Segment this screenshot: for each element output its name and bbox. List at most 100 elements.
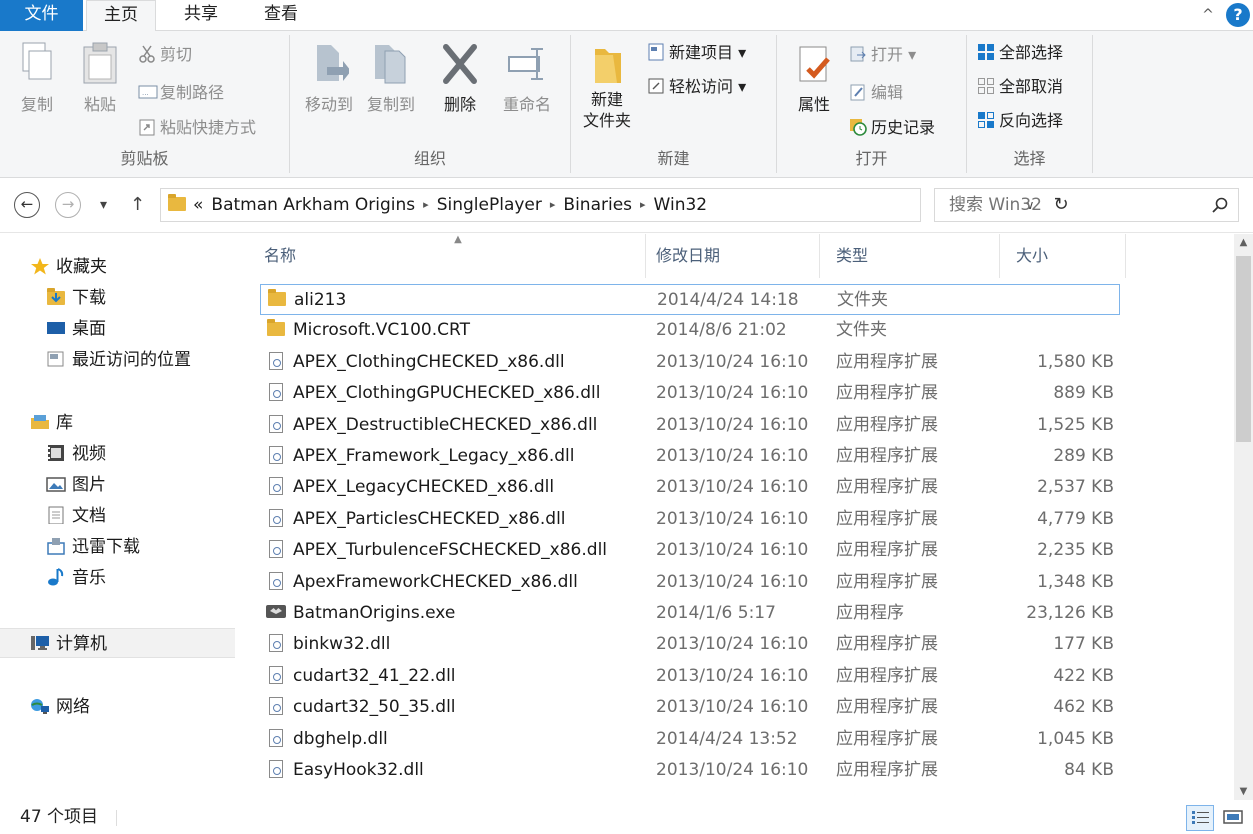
paste-shortcut-icon [138, 117, 156, 136]
nav-thunder-downloads[interactable]: 迅雷下载 [0, 532, 235, 562]
breadcrumb-item[interactable]: Binaries [563, 195, 632, 215]
file-row[interactable]: Microsoft.VC100.CRT 2014/8/6 21:02 文件夹 [260, 315, 1120, 346]
recent-locations-button[interactable]: ▾ [100, 192, 107, 218]
nav-network[interactable]: 网络 [0, 692, 235, 722]
file-row[interactable]: ApexFrameworkCHECKED_x86.dll 2013/10/24 1… [260, 567, 1120, 598]
file-row[interactable]: binkw32.dll 2013/10/24 16:10 应用程序扩展 177 KB [260, 629, 1120, 660]
file-row[interactable]: APEX_LegacyCHECKED_x86.dll 2013/10/24 16:… [260, 472, 1120, 503]
dll-file-icon [266, 476, 286, 496]
up-button[interactable]: ↑ [130, 192, 145, 218]
video-icon [46, 442, 66, 461]
breadcrumb-separator-icon[interactable]: ▸ [640, 198, 646, 211]
file-row[interactable]: APEX_Framework_Legacy_x86.dll 2013/10/24 … [260, 441, 1120, 472]
column-header-date[interactable]: 修改日期 [640, 234, 820, 278]
cut-button[interactable]: 剪切 [138, 41, 192, 69]
file-date: 2013/10/24 16:10 [656, 634, 809, 655]
help-button[interactable]: ? [1226, 3, 1250, 27]
column-header-type[interactable]: 类型 [820, 234, 1000, 278]
nav-downloads[interactable]: 下载 [0, 283, 235, 313]
arrow-up-icon: ↑ [130, 194, 146, 215]
delete-button[interactable]: 删除 [436, 41, 484, 115]
tab-file[interactable]: 文件 [0, 0, 83, 31]
file-date: 2013/10/24 16:10 [656, 697, 809, 718]
collapse-ribbon-button[interactable]: ^ [1196, 3, 1220, 27]
nav-favorites[interactable]: 收藏夹 [0, 252, 235, 282]
file-row[interactable]: ali213 2014/4/24 14:18 文件夹 [260, 284, 1120, 315]
file-type: 应用程序扩展 [836, 508, 938, 529]
open-button[interactable]: 打开 ▾ [849, 41, 916, 69]
scroll-down-icon[interactable]: ▼ [1234, 783, 1253, 800]
nav-libraries[interactable]: 库 [0, 408, 235, 438]
file-row[interactable]: APEX_DestructibleCHECKED_x86.dll 2013/10/… [260, 410, 1120, 441]
tab-share[interactable]: 共享 [166, 0, 236, 31]
invert-selection-button[interactable]: 反向选择 [977, 107, 1063, 135]
file-row[interactable]: APEX_ClothingCHECKED_x86.dll 2013/10/24 1… [260, 347, 1120, 378]
file-row[interactable]: cudart32_41_22.dll 2013/10/24 16:10 应用程序扩展… [260, 661, 1120, 692]
copy-button[interactable]: 复制 [14, 41, 60, 115]
address-bar-row: ← → ▾ ↑ « Batman Arkham Origins ▸ SinglePla… [0, 178, 1253, 233]
nav-documents[interactable]: 文档 [0, 501, 235, 531]
search-icon[interactable] [1212, 197, 1228, 213]
nav-music[interactable]: 音乐 [0, 563, 235, 593]
breadcrumb-separator-icon[interactable]: ▸ [550, 198, 556, 211]
details-view-button[interactable] [1186, 805, 1214, 831]
file-row[interactable]: BatmanOrigins.exe 2014/1/6 5:17 应用程序 23,126… [260, 598, 1120, 629]
file-row[interactable]: APEX_ClothingGPUCHECKED_x86.dll 2013/10/2… [260, 378, 1120, 409]
breadcrumb-separator-icon[interactable]: ▸ [423, 198, 429, 211]
new-folder-button[interactable]: 新建 文件夹 [577, 41, 637, 131]
back-button[interactable]: ← [14, 192, 40, 218]
ribbon: 复制 粘贴 剪切 ... 复制路径 粘贴快捷方式 剪贴板 移动到 复制到 删除 … [0, 31, 1253, 178]
nav-pictures[interactable]: 图片 [0, 470, 235, 500]
open-group-label: 打开 [855, 149, 888, 168]
file-row[interactable]: cudart32_50_35.dll 2013/10/24 16:10 应用程序扩展… [260, 692, 1120, 723]
file-name: APEX_DestructibleCHECKED_x86.dll [266, 410, 646, 439]
edit-button[interactable]: 编辑 [849, 79, 903, 107]
downloads-folder-icon [46, 288, 66, 306]
file-size: 462 KB [1053, 697, 1114, 718]
properties-button[interactable]: 属性 [789, 41, 839, 115]
column-header-size[interactable]: 大小 [1000, 234, 1126, 278]
nav-videos[interactable]: 视频 [0, 439, 235, 469]
navigation-pane: 收藏夹 下载 桌面 最近访问的位置 库 视频 图片 文档 迅雷下载 音乐 计算机… [0, 234, 240, 800]
paste-shortcut-button[interactable]: 粘贴快捷方式 [138, 114, 256, 142]
rename-button[interactable]: 重命名 [496, 41, 558, 115]
file-date: 2013/10/24 16:10 [656, 477, 809, 498]
file-size: 1,348 KB [1037, 571, 1114, 592]
breadcrumb-item[interactable]: SinglePlayer [437, 195, 542, 215]
dll-file-icon [266, 759, 286, 779]
new-item-button[interactable]: 新建项目 ▾ [647, 39, 746, 67]
search-box [934, 188, 1239, 222]
search-input[interactable] [935, 189, 1205, 221]
history-button[interactable]: 历史记录 [849, 114, 935, 142]
easy-access-button[interactable]: 轻松访问 ▾ [647, 73, 746, 101]
breadcrumb-item[interactable]: Win32 [654, 195, 708, 215]
file-row[interactable]: dbghelp.dll 2014/4/24 13:52 应用程序扩展 1,045 KB [260, 724, 1120, 755]
paste-button[interactable]: 粘贴 [76, 41, 124, 115]
vertical-scrollbar[interactable]: ▲ ▼ [1234, 234, 1253, 800]
breadcrumb-overflow[interactable]: « [193, 195, 203, 215]
nav-recent[interactable]: 最近访问的位置 [0, 345, 235, 375]
tab-home[interactable]: 主页 [86, 0, 156, 32]
select-none-button[interactable]: 全部取消 [977, 73, 1063, 101]
file-date: 2013/10/24 16:10 [656, 351, 809, 372]
address-box[interactable]: « Batman Arkham Origins ▸ SinglePlayer ▸ Bina… [160, 188, 1069, 222]
file-row[interactable]: EasyHook32.dll 2013/10/24 16:10 应用程序扩展 84 K… [260, 755, 1120, 786]
breadcrumb-item[interactable]: Batman Arkham Origins [211, 195, 415, 215]
nav-desktop[interactable]: 桌面 [0, 314, 235, 344]
file-size: 422 KB [1053, 665, 1114, 686]
history-icon [849, 117, 867, 136]
copy-path-button[interactable]: ... 复制路径 [138, 79, 224, 107]
column-header-name[interactable]: 名称 ▲ [248, 234, 646, 278]
forward-button[interactable]: → [55, 192, 81, 218]
file-size: 1,525 KB [1037, 414, 1114, 435]
move-to-button[interactable]: 移动到 [300, 41, 358, 115]
file-row[interactable]: APEX_ParticlesCHECKED_x86.dll 2013/10/24 … [260, 504, 1120, 535]
nav-computer[interactable]: 计算机 [0, 628, 235, 658]
scroll-up-icon[interactable]: ▲ [1234, 234, 1253, 251]
scrollbar-thumb[interactable] [1236, 256, 1251, 442]
select-all-button[interactable]: 全部选择 [977, 39, 1063, 67]
file-row[interactable]: APEX_TurbulenceFSCHECKED_x86.dll 2013/10/… [260, 535, 1120, 566]
large-icons-view-button[interactable] [1220, 805, 1248, 831]
tab-view[interactable]: 查看 [246, 0, 316, 31]
copy-to-button[interactable]: 复制到 [362, 41, 420, 115]
